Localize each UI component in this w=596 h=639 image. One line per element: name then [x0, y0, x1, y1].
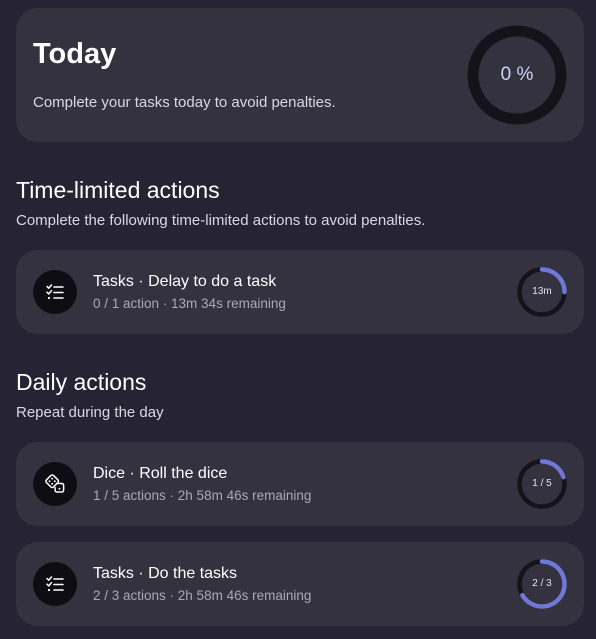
action-progress-ring: 13m [516, 266, 568, 318]
dice-icon [33, 462, 77, 506]
time-limited-title: Time-limited actions [16, 177, 220, 203]
daily-actions-subtitle: Repeat during the day [16, 404, 164, 421]
action-meta: 1 / 5 actions · 2h 58m 46s remaining [93, 488, 312, 503]
action-meta: 2 / 3 actions · 2h 58m 46s remaining [93, 588, 312, 603]
action-title: Tasks · Do the tasks [93, 565, 238, 582]
today-progress-ring: 0 % [467, 25, 567, 125]
today-subtitle: Complete your tasks today to avoid penal… [33, 94, 336, 111]
action-title: Dice · Roll the dice [93, 465, 228, 482]
time-limited-subtitle: Complete the following time-limited acti… [16, 212, 426, 229]
today-card: Today Complete your tasks today to avoid… [16, 8, 584, 142]
task-list-icon [33, 270, 77, 314]
action-progress-ring: 2 / 3 [516, 558, 568, 610]
action-title: Tasks · Delay to do a task [93, 273, 277, 290]
action-progress-label: 1 / 5 [532, 478, 552, 489]
today-progress-label: 0 % [500, 64, 534, 85]
action-card-do-tasks[interactable]: Tasks · Do the tasks 2 / 3 actions · 2h … [16, 542, 584, 626]
action-progress-label: 13m [532, 286, 552, 297]
daily-actions-title: Daily actions [16, 369, 147, 395]
action-card-delay-task[interactable]: Tasks · Delay to do a task 0 / 1 action … [16, 250, 584, 334]
action-progress-ring: 1 / 5 [516, 458, 568, 510]
action-progress-label: 2 / 3 [532, 578, 552, 589]
today-title: Today [33, 38, 117, 70]
action-meta: 0 / 1 action · 13m 34s remaining [93, 296, 286, 311]
action-card-roll-dice[interactable]: Dice · Roll the dice 1 / 5 actions · 2h … [16, 442, 584, 526]
task-list-icon [33, 562, 77, 606]
